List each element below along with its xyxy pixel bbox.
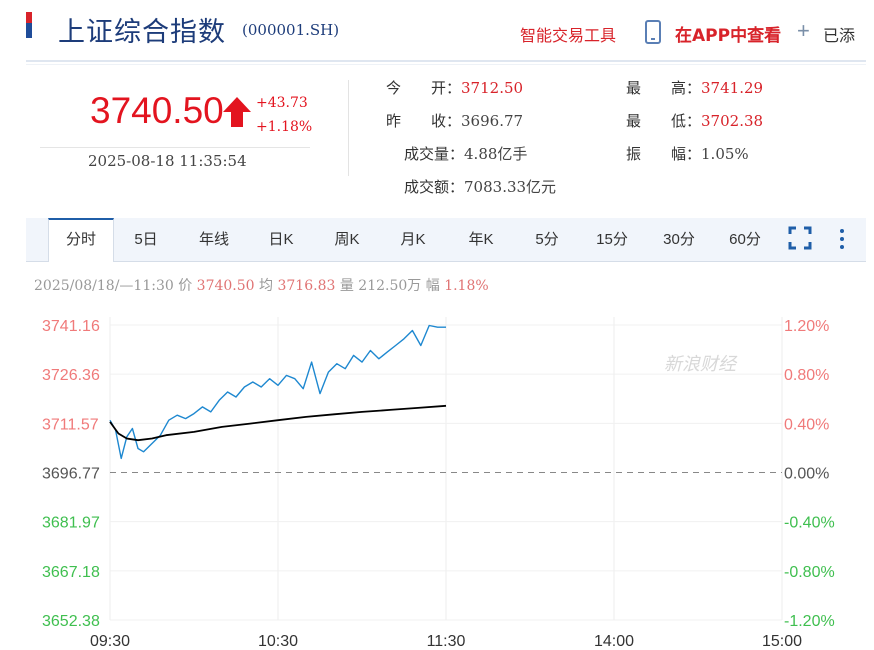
current-price: 3740.50 [90, 90, 224, 131]
tab-daily-k[interactable]: 日K [256, 218, 306, 261]
stat-label: 最 低： [626, 112, 702, 130]
quote-divider [40, 147, 310, 148]
page-title: 上证综合指数 [58, 17, 226, 48]
tab-monthly-k[interactable]: 月K [388, 218, 438, 261]
stat-prev-close: 昨 收：3696.77 [386, 110, 523, 131]
tab-30min[interactable]: 30分 [653, 218, 705, 261]
stat-label: 昨 收： [386, 112, 462, 130]
view-in-app-link[interactable]: 在APP中查看 [675, 21, 781, 46]
x-axis-label: 11:30 [427, 633, 466, 650]
fullscreen-icon[interactable] [788, 226, 812, 250]
tab-5min[interactable]: 5分 [524, 218, 570, 261]
y-axis-label-left: 3652.38 [42, 613, 100, 630]
stat-label: 今 开： [386, 79, 462, 97]
more-options-icon[interactable] [838, 226, 846, 250]
stat-turnover: 成交额：7083.33亿元 [404, 176, 556, 197]
x-axis-label: 09:30 [90, 633, 130, 650]
y-axis-label-left: 3711.57 [42, 416, 99, 433]
stat-label: 成交额： [404, 178, 465, 196]
smart-trading-tools-link[interactable]: 智能交易工具 [520, 22, 616, 46]
y-axis-label-right: 0.80% [784, 367, 829, 384]
x-axis-label: 10:30 [258, 633, 298, 650]
x-axis-label: 15:00 [762, 633, 802, 650]
info-amp-label: 幅 [425, 278, 440, 294]
plus-icon[interactable]: + [797, 20, 810, 42]
info-vol-label: 量 [339, 278, 354, 294]
stat-value: 1.05% [701, 145, 749, 163]
up-arrow-icon [223, 97, 251, 127]
tab-yearly-line[interactable]: 年线 [186, 218, 242, 261]
stat-value: 3741.29 [701, 79, 764, 97]
stat-value: 3696.77 [461, 112, 524, 130]
tab-5day[interactable]: 5日 [122, 218, 170, 261]
stat-label: 振 幅： [626, 145, 702, 163]
stat-label: 成交量： [404, 145, 465, 163]
quote-datetime: 2025-08-18 11:35:54 [88, 152, 247, 170]
stat-open: 今 开：3712.50 [386, 77, 523, 98]
stat-value: 3702.38 [701, 112, 764, 130]
brand-mark [26, 12, 32, 38]
chart-info-line: 2025/08/18/—11:30 价 3740.50 均 3716.83 量 … [34, 275, 489, 295]
stat-value: 4.88亿手 [464, 145, 528, 163]
y-axis-label-right: 0.40% [784, 416, 829, 433]
stat-amplitude: 振 幅：1.05% [626, 143, 749, 164]
chart-tab-bar: 分时 5日 年线 日K 周K 月K 年K 5分 15分 30分 60分 [26, 218, 866, 262]
y-axis-label-right: 1.20% [784, 318, 829, 335]
y-axis-label-right: -1.20% [784, 613, 835, 630]
info-amp: 1.18% [444, 278, 489, 294]
info-date: 2025/08/18/—11:30 [34, 278, 174, 294]
header-divider [26, 60, 866, 62]
tab-yearly-k[interactable]: 年K [456, 218, 506, 261]
header-divider-thin [26, 64, 866, 65]
y-axis-label-right: -0.80% [784, 564, 835, 581]
sina-watermark: 新浪财经 [664, 354, 738, 375]
tab-intraday[interactable]: 分时 [48, 218, 114, 262]
y-axis-label-left: 3696.77 [42, 466, 100, 483]
intraday-chart[interactable]: 新浪财经 3741.16 1.20% 3726.36 0.80% 3711.57 0.40%… [0, 300, 874, 650]
info-price-label: 价 [178, 278, 193, 294]
stat-low: 最 低：3702.38 [626, 110, 763, 131]
y-axis-label-left: 3681.97 [42, 515, 100, 532]
vertical-divider [348, 80, 349, 176]
info-price: 3740.50 [196, 278, 255, 294]
page-header: 上证综合指数 (000001.SH) 智能交易工具 在APP中查看 + 已添 [0, 0, 874, 65]
stat-volume: 成交量：4.88亿手 [404, 143, 527, 164]
x-axis-label: 14:00 [594, 633, 634, 650]
y-axis-label-right: 0.00% [784, 466, 829, 483]
y-axis-label-right: -0.40% [784, 515, 835, 532]
stat-label: 最 高： [626, 79, 702, 97]
tab-60min[interactable]: 60分 [719, 218, 771, 261]
tab-15min[interactable]: 15分 [587, 218, 637, 261]
y-axis-label-left: 3667.18 [42, 564, 100, 581]
y-axis-label-left: 3741.16 [42, 318, 100, 335]
info-vol: 212.50万 [358, 278, 422, 294]
stat-high: 最 高：3741.29 [626, 77, 763, 98]
price-change-percent: +1.18% [256, 119, 313, 135]
info-avg: 3716.83 [277, 278, 336, 294]
added-to-watchlist-button[interactable]: 已添 [823, 22, 855, 46]
stock-code: (000001.SH) [242, 21, 340, 39]
price-change: +43.73 [256, 95, 308, 111]
stat-value: 3712.50 [461, 79, 524, 97]
y-axis-label-left: 3726.36 [42, 367, 100, 384]
tab-weekly-k[interactable]: 周K [322, 218, 372, 261]
info-avg-label: 均 [259, 278, 274, 294]
stat-value: 7083.33亿元 [464, 178, 557, 196]
phone-icon[interactable] [645, 20, 661, 44]
price-change-block: +43.73 +1.18% [256, 91, 312, 139]
